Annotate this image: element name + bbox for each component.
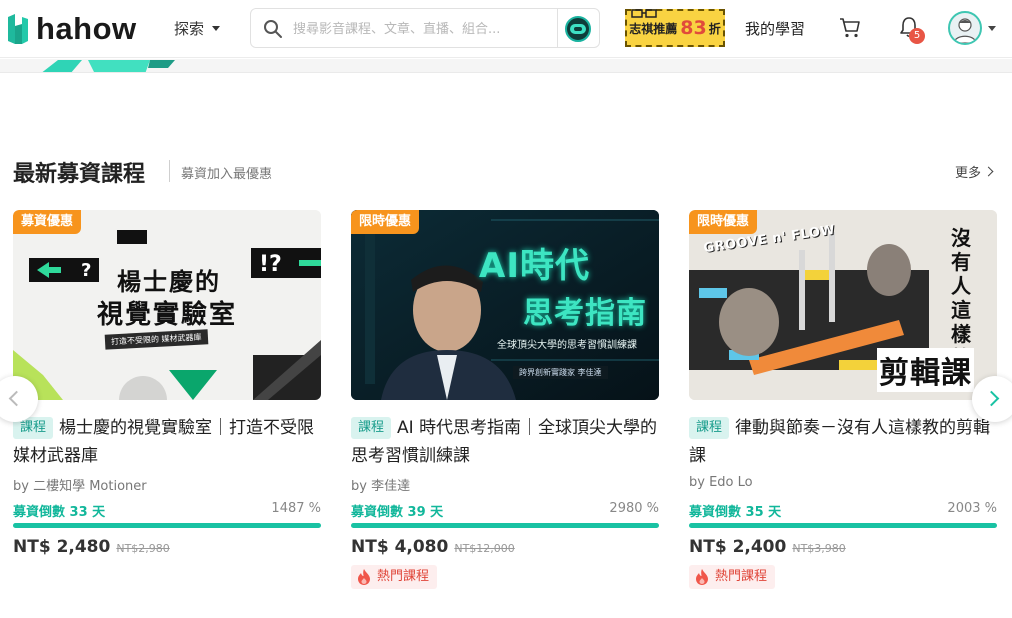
sale-price: NT$ 4,080 xyxy=(351,537,449,557)
search-input[interactable] xyxy=(293,17,513,41)
course-card[interactable]: AI時代 思考指南 全球頂尖大學的思考習慣訓練課 跨界創新實踐家 李佳達 限時優… xyxy=(351,210,659,610)
course-title[interactable]: 課程 楊士慶的視覺實驗室｜打造不受限媒材武器庫 xyxy=(13,414,321,470)
promo-tag: 限時優惠 xyxy=(689,210,758,234)
hahow-logo[interactable]: hahow xyxy=(6,11,137,46)
flame-icon xyxy=(696,569,708,585)
original-price: NT$12,000 xyxy=(454,542,515,555)
hero-banner[interactable] xyxy=(0,59,1012,73)
sale-price: NT$ 2,400 xyxy=(689,537,787,557)
funding-progress-fill xyxy=(13,523,321,528)
promo-tag: 募資優惠 xyxy=(13,210,82,234)
promo-tag: 限時優惠 xyxy=(351,210,420,234)
explore-label: 探索 xyxy=(174,20,205,38)
funding-countdown: 募資倒數 35 天 xyxy=(689,505,782,520)
funding-progress-fill xyxy=(689,523,997,528)
sale-price: NT$ 2,480 xyxy=(13,537,111,557)
course-author: by 李佳達 xyxy=(351,479,411,494)
chevron-down-icon[interactable] xyxy=(988,26,996,31)
thumbnail-tagline: 全球頂尖大學的思考習慣訓練課 xyxy=(497,340,637,351)
hahow-logo-mark-icon xyxy=(8,14,28,44)
funding-progress-bar xyxy=(689,523,997,528)
banner-illustration xyxy=(42,60,175,72)
section-title: 最新募資課程 xyxy=(13,162,146,187)
search-icon[interactable] xyxy=(263,19,283,39)
funding-progress-bar xyxy=(13,523,321,528)
logo-text: hahow xyxy=(36,11,137,46)
section-subtitle: 募資加入最優惠 xyxy=(181,167,273,182)
notification-badge: 5 xyxy=(909,28,925,44)
thumbnail-big-text: 剪輯課 xyxy=(877,348,974,392)
promo-text: 志祺推薦 xyxy=(629,21,678,36)
course-title-text: 楊士慶的視覺實驗室｜打造不受限媒材武器庫 xyxy=(13,418,315,466)
funding-percent: 2980 % xyxy=(609,501,659,516)
ai-assistant-icon[interactable] xyxy=(565,16,591,42)
explore-menu[interactable]: 探索 xyxy=(174,18,221,39)
course-price: NT$ 4,080 NT$12,000 xyxy=(351,537,515,557)
course-author: by Edo Lo xyxy=(689,475,753,490)
course-price: NT$ 2,400 NT$3,980 xyxy=(689,537,846,557)
flame-icon xyxy=(358,569,370,585)
course-thumbnail: GROOVE n' FLOW 沒有人這樣教的 剪輯課 限時優惠 xyxy=(689,210,997,400)
glasses-icon xyxy=(631,9,657,18)
course-title[interactable]: 課程 AI 時代思考指南｜全球頂尖大學的思考習慣訓練課 xyxy=(351,414,659,470)
course-title-text: 律動與節奏－沒有人這樣教的剪輯課 xyxy=(689,418,991,466)
thumbnail-title-line1: AI時代 xyxy=(479,246,590,286)
funding-countdown: 募資倒數 33 天 xyxy=(13,505,106,520)
course-title-text: AI 時代思考指南｜全球頂尖大學的思考習慣訓練課 xyxy=(351,418,658,466)
course-price: NT$ 2,480 NT$2,980 xyxy=(13,537,170,557)
original-price: NT$3,980 xyxy=(792,542,846,555)
funding-progress-bar xyxy=(351,523,659,528)
chevron-right-icon xyxy=(983,166,994,177)
hot-course-badge: 熱門課程 xyxy=(351,565,438,589)
funding-percent: 1487 % xyxy=(271,501,321,516)
promo-unit: 折 xyxy=(708,21,721,36)
promo-banner[interactable]: 志祺推薦 83 折 xyxy=(625,9,725,47)
thumbnail-byline: 跨界創新實踐家 李佳達 xyxy=(513,366,608,379)
my-learning-link[interactable]: 我的學習 xyxy=(745,18,805,39)
course-type-badge: 課程 xyxy=(689,417,730,439)
avatar[interactable] xyxy=(948,11,982,45)
search-divider xyxy=(557,9,558,47)
funding-countdown: 募資倒數 39 天 xyxy=(351,505,444,520)
course-thumbnail: ? !? 楊士慶的 視覺實驗室 打造不受限的 媒材武器庫 募資優惠 xyxy=(13,210,321,400)
more-link[interactable]: 更多 xyxy=(955,162,994,181)
chevron-right-icon xyxy=(983,390,1000,407)
user-avatar-icon xyxy=(953,18,977,43)
funding-progress-fill xyxy=(351,523,659,528)
svg-text:?: ? xyxy=(81,260,91,281)
original-price: NT$2,980 xyxy=(116,542,170,555)
course-thumbnail: AI時代 思考指南 全球頂尖大學的思考習慣訓練課 跨界創新實踐家 李佳達 限時優… xyxy=(351,210,659,400)
course-title[interactable]: 課程 律動與節奏－沒有人這樣教的剪輯課 xyxy=(689,414,997,470)
top-navbar: hahow 探索 志祺推薦 83 折 我的學習 5 xyxy=(0,0,1012,58)
hot-course-label: 熱門課程 xyxy=(715,569,768,584)
funding-percent: 2003 % xyxy=(947,501,997,516)
chevron-down-icon xyxy=(212,26,221,31)
hot-course-badge: 熱門課程 xyxy=(689,565,776,589)
svg-text:!?: !? xyxy=(259,252,282,277)
course-type-badge: 課程 xyxy=(351,417,392,439)
promo-number: 83 xyxy=(680,17,707,39)
thumbnail-title-line1: 楊士慶的 xyxy=(117,268,221,296)
course-author: by 二樓知學 Motioner xyxy=(13,479,147,494)
course-card[interactable]: GROOVE n' FLOW 沒有人這樣教的 剪輯課 限時優惠 課程律動與節奏－… xyxy=(689,210,997,610)
course-card[interactable]: ? !? 楊士慶的 視覺實驗室 打造不受限的 媒材武器庫 募資優惠 課程 楊士慶的… xyxy=(13,210,321,610)
section-divider xyxy=(169,160,170,182)
search-bar xyxy=(250,8,600,48)
thumbnail-title-line2: 視覺實驗室 xyxy=(97,300,238,330)
carousel-next-button[interactable] xyxy=(972,376,1012,422)
more-label: 更多 xyxy=(955,166,982,181)
cart-icon[interactable] xyxy=(838,16,862,40)
hot-course-label: 熱門課程 xyxy=(377,569,430,584)
thumbnail-title-line2: 思考指南 xyxy=(523,296,647,331)
chevron-left-icon xyxy=(8,390,25,407)
